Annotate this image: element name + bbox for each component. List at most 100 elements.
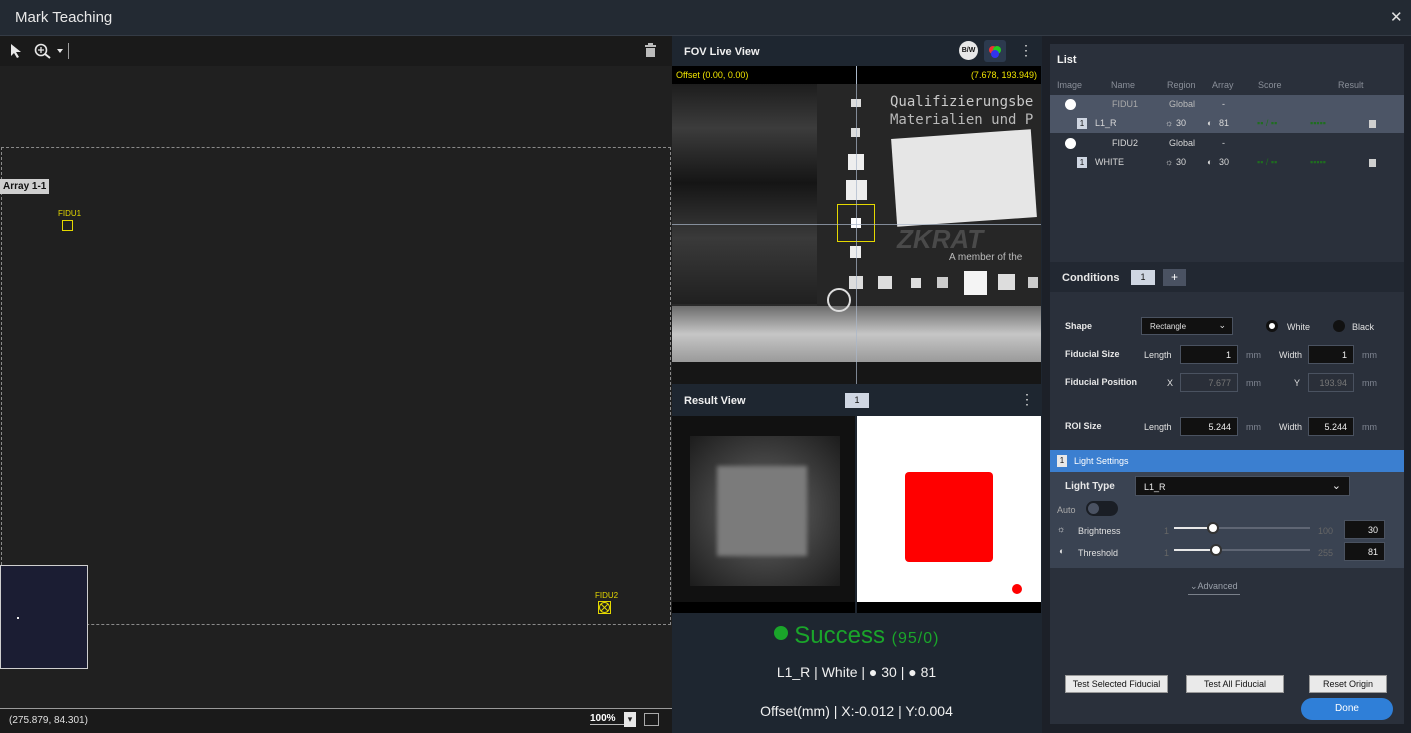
- item-index: 1: [1077, 118, 1087, 129]
- threshold-slider[interactable]: [1174, 544, 1310, 556]
- color-mode-icon[interactable]: [984, 40, 1006, 62]
- fiducial-size-label: Fiducial Size: [1065, 349, 1120, 359]
- brightness-min: 1: [1164, 526, 1170, 536]
- group-region: Global: [1169, 138, 1196, 148]
- white-radio[interactable]: [1266, 320, 1278, 332]
- unit-label: mm: [1246, 350, 1261, 360]
- result-offset: Offset(mm) | X:-0.012 | Y:0.004: [760, 703, 953, 719]
- trash-icon[interactable]: [1369, 159, 1376, 167]
- fiducial-label: FIDU1: [58, 209, 82, 218]
- trash-icon[interactable]: [644, 43, 657, 58]
- column-header: Result: [1338, 80, 1364, 90]
- result-summary: L1_R | White | ● 30 | ● 81: [776, 664, 937, 680]
- fov-image-text: A member of the: [949, 252, 1023, 263]
- result-index[interactable]: 1: [845, 393, 869, 408]
- test-selected-fiducial-button[interactable]: Test Selected Fiducial: [1065, 675, 1168, 693]
- bw-mode-icon[interactable]: B/W: [959, 41, 978, 60]
- item-name: WHITE: [1095, 157, 1124, 167]
- width-label: Width: [1279, 350, 1303, 360]
- fov-live-image[interactable]: Qualifizierungsbe Materialien und P ZKRA…: [672, 84, 1041, 384]
- threshold-max: 255: [1318, 548, 1334, 558]
- threshold-icon: ◐: [1059, 546, 1065, 556]
- teaching-canvas-panel: Array 1-1 FIDU1 FIDU2 (275.879, 84.301) …: [0, 36, 672, 733]
- fiducial-marker[interactable]: [598, 601, 611, 614]
- threshold-input[interactable]: 81: [1344, 542, 1385, 561]
- result-status-counts: (95/0): [891, 630, 940, 647]
- zoom-dropdown-icon[interactable]: [57, 49, 64, 54]
- roi-width-input[interactable]: 5.244: [1308, 417, 1354, 436]
- brightness-knob[interactable]: [1207, 522, 1220, 534]
- list-item-row[interactable]: 1 L1_R ☼ 30 ◐ 81 ▪▪ / ▪▪ ▪▪▪▪▪: [1050, 114, 1404, 133]
- array-region[interactable]: [1, 147, 671, 625]
- light-index: 1: [1057, 455, 1067, 467]
- item-threshold: 81: [1219, 118, 1230, 128]
- column-header: Score: [1258, 80, 1282, 90]
- array-label: Array 1-1: [0, 179, 50, 194]
- black-label: Black: [1352, 322, 1375, 332]
- advanced-label: Advanced: [1197, 581, 1238, 591]
- list-group-row[interactable]: FIDU2 Global -: [1050, 134, 1404, 153]
- settings-panel: List Image Name Region Array Score Resul…: [1042, 36, 1411, 733]
- width-label: Width: [1279, 422, 1303, 432]
- pointer-icon[interactable]: [10, 43, 22, 58]
- list-title: List: [1057, 54, 1077, 66]
- close-icon[interactable]: ✕: [1390, 8, 1403, 26]
- brightness-max: 100: [1318, 526, 1334, 536]
- item-result-blur: ▪▪▪▪▪: [1310, 118, 1326, 128]
- trash-icon[interactable]: [1369, 120, 1376, 128]
- light-settings-title: Light Settings: [1074, 456, 1129, 466]
- fiducial-width-input[interactable]: 1: [1308, 345, 1354, 364]
- test-all-fiducial-button[interactable]: Test All Fiducial: [1186, 675, 1284, 693]
- reset-origin-button[interactable]: Reset Origin: [1309, 675, 1387, 693]
- group-region: Global: [1169, 99, 1196, 109]
- brightness-slider[interactable]: [1174, 522, 1310, 534]
- threshold-icon: ◐: [1207, 157, 1213, 167]
- chevron-down-icon: ⌄: [1218, 320, 1226, 330]
- add-condition-button[interactable]: +: [1163, 269, 1186, 286]
- list-group-row[interactable]: FIDU1 Global -: [1050, 95, 1404, 114]
- fov-more-icon[interactable]: ⋮: [1019, 42, 1033, 59]
- brightness-input[interactable]: 30: [1344, 520, 1385, 539]
- fiducial-x-input: 7.677: [1180, 373, 1238, 392]
- roi-size-label: ROI Size: [1065, 421, 1102, 431]
- zoom-in-icon[interactable]: [34, 43, 52, 59]
- result-more-icon[interactable]: ⋮: [1020, 391, 1034, 408]
- column-header: Region: [1167, 80, 1196, 90]
- fiducial-radio[interactable]: [1065, 138, 1076, 149]
- layout-canvas[interactable]: Array 1-1 FIDU1 FIDU2: [0, 66, 672, 708]
- fov-image-text: Materialien und P: [890, 112, 1034, 128]
- black-radio[interactable]: [1333, 320, 1345, 332]
- fov-position: (7.678, 193.949): [970, 70, 1037, 80]
- list-item-row[interactable]: 1 WHITE ☼ 30 ◐ 30 ▪▪ / ▪▪ ▪▪▪▪▪: [1050, 153, 1404, 172]
- canvas-toolbar: [0, 36, 672, 66]
- toolbar-divider: [68, 43, 69, 59]
- done-button[interactable]: Done: [1301, 698, 1393, 720]
- roi-length-input[interactable]: 5.244: [1180, 417, 1238, 436]
- result-binary-image: [857, 416, 1041, 613]
- y-label: Y: [1294, 378, 1301, 388]
- light-type-select[interactable]: L1_R ⌄: [1135, 476, 1350, 496]
- minimap[interactable]: [0, 565, 88, 669]
- light-settings-header[interactable]: 1 Light Settings: [1050, 450, 1404, 472]
- group-name: FIDU1: [1112, 99, 1139, 109]
- condition-index[interactable]: 1: [1131, 270, 1155, 285]
- advanced-toggle[interactable]: ⌄Advanced: [1188, 581, 1240, 595]
- conditions-bar: Conditions 1 +: [1050, 262, 1404, 292]
- threshold-knob[interactable]: [1210, 544, 1223, 556]
- result-title: Result View: [684, 395, 746, 407]
- fit-view-icon[interactable]: [644, 713, 659, 726]
- fov-image-text: ZKRAT: [897, 224, 984, 254]
- zoom-dropdown[interactable]: ▾: [624, 712, 636, 727]
- title-bar: Mark Teaching ✕: [0, 0, 1411, 36]
- group-array: -: [1222, 99, 1225, 109]
- auto-toggle[interactable]: [1086, 501, 1118, 516]
- zoom-level[interactable]: 100%: [590, 713, 624, 725]
- auto-label: Auto: [1057, 505, 1076, 515]
- fiducial-marker[interactable]: [62, 220, 73, 231]
- fiducial-length-input[interactable]: 1: [1180, 345, 1238, 364]
- shape-select[interactable]: Rectangle ⌄: [1141, 317, 1233, 335]
- white-label: White: [1287, 322, 1311, 332]
- length-label: Length: [1144, 422, 1172, 432]
- fiducial-radio[interactable]: [1065, 99, 1076, 110]
- unit-label: mm: [1246, 422, 1261, 432]
